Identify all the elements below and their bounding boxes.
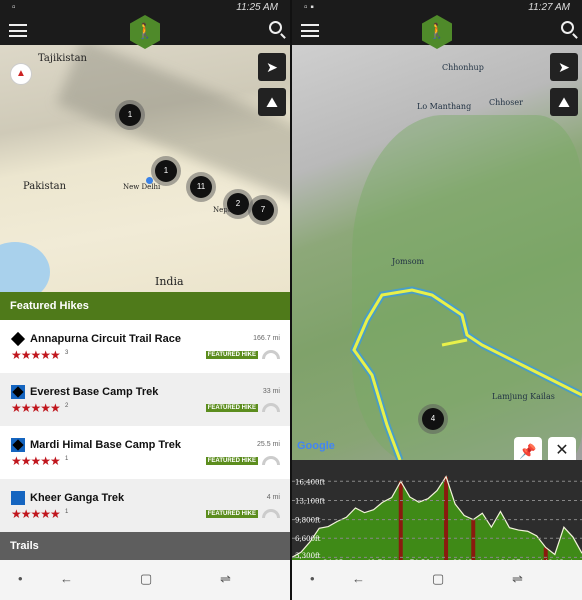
pushpin-icon: 📌 (519, 443, 537, 459)
hike-distance: 4 mi (266, 494, 280, 501)
app-bar: 🚶 (292, 15, 582, 49)
y-tick-label: 3,300ft (295, 552, 321, 560)
cluster-marker[interactable]: 4 (422, 408, 444, 430)
featured-badge: FEATURED HIKE (205, 351, 258, 359)
navigation-arrow-icon: ➤ (266, 59, 278, 75)
terrain-button[interactable]: ⛰ (258, 88, 286, 116)
left-screen: ▫ 11:25 AM 🚶 ▲ Tajikistan Pakistan New De… (0, 0, 290, 600)
review-count: 3 (65, 350, 69, 356)
back-icon[interactable]: ← (60, 571, 73, 586)
status-time: 11:27 AM (528, 2, 570, 13)
review-count: 2 (65, 403, 69, 409)
back-icon[interactable]: ← (352, 571, 365, 586)
hike-distance: 166.7 mi (253, 335, 280, 342)
hike-list-item[interactable]: Mardi Himal Base Camp Trek ★★★★★ 1 25.5 mi F… (0, 426, 290, 479)
recents-icon[interactable]: ⇌ (512, 571, 523, 587)
terrain-icon: ⛰ (266, 94, 278, 110)
hike-list-item[interactable]: Kheer Ganga Trek ★★★★★ 1 4 mi FEATURED HIKE (0, 479, 290, 532)
y-tick-label: 16,400ft (295, 478, 325, 486)
navigation-arrow-icon: ➤ (558, 59, 570, 75)
hike-list: Annapurna Circuit Trail Race ★★★★★ 3 166.7 … (0, 320, 290, 532)
notification-icon: ▫ ▪ (304, 2, 314, 13)
menu-icon[interactable] (301, 24, 319, 37)
star-rating: ★★★★★ (11, 454, 61, 468)
review-count: 1 (65, 509, 69, 515)
difficulty-gauge-icon (262, 403, 280, 412)
trails-header[interactable]: Trails (0, 532, 290, 560)
map-label: Jomsom (392, 257, 425, 266)
app-logo: 🚶 (130, 15, 160, 49)
cluster-marker[interactable]: 11 (190, 176, 212, 198)
y-tick-label: 6,600ft (295, 535, 321, 543)
featured-hikes-header: Featured Hikes (0, 292, 290, 320)
hike-list-item[interactable]: Annapurna Circuit Trail Race ★★★★★ 3 166.7 … (0, 320, 290, 373)
system-nav-bar: • ← ▢ ⇌ (0, 560, 290, 600)
cluster-marker[interactable]: 2 (227, 193, 249, 215)
black-diamond-icon (10, 331, 26, 347)
cluster-marker[interactable]: 7 (252, 199, 274, 221)
cluster-marker[interactable]: 1 (119, 104, 141, 126)
difficulty-icon (11, 438, 25, 452)
trail-map[interactable]: Chhonhup Lo Manthang Chhoser Jomsom Lamj… (292, 45, 582, 465)
map-label: Chhoser (489, 98, 523, 107)
map-label: Chhonhup (442, 63, 484, 72)
status-time: 11:25 AM (236, 2, 278, 13)
hike-name: Mardi Himal Base Camp Trek (30, 439, 182, 451)
home-icon[interactable]: ▢ (432, 571, 444, 587)
terrain-icon: ⛰ (558, 94, 570, 110)
steep-segment (398, 481, 403, 568)
difficulty-gauge-icon (262, 509, 280, 518)
map-label: New Delhi (123, 183, 161, 191)
hike-list-item[interactable]: Everest Base Camp Trek ★★★★★ 2 33 mi FEATURE… (0, 373, 290, 426)
featured-badge: FEATURED HIKE (205, 404, 258, 412)
app-bar: 🚶 (0, 15, 290, 49)
map-label: Lamjung Kailas (492, 392, 555, 401)
hike-name: Annapurna Circuit Trail Race (30, 333, 181, 345)
status-bar: ▫ 11:25 AM (0, 0, 290, 15)
blue-square-icon (11, 491, 25, 505)
cluster-marker[interactable]: 1 (155, 160, 177, 182)
star-rating: ★★★★★ (11, 507, 61, 521)
menu-icon[interactable] (9, 24, 27, 37)
difficulty-icon (11, 385, 25, 399)
difficulty-gauge-icon (262, 350, 280, 359)
y-tick-label: 9,800ft (295, 517, 321, 525)
status-bar: ▫ ▪ 11:27 AM (292, 0, 582, 15)
y-tick-label: 13,100ft (295, 497, 325, 505)
map-label: Pakistan (23, 181, 67, 192)
featured-badge: FEATURED HIKE (205, 510, 258, 518)
elevation-profile[interactable]: 16,400ft13,100ft9,800ft6,600ft3,300ft24.… (292, 460, 582, 568)
search-icon[interactable] (561, 21, 574, 34)
locate-button[interactable]: ➤ (258, 53, 286, 81)
hike-distance: 25.5 mi (257, 441, 280, 448)
difficulty-gauge-icon (262, 456, 280, 465)
map-label: Tajikistan (38, 53, 87, 64)
map-label: Lo Manthang (417, 102, 472, 111)
hike-name: Everest Base Camp Trek (30, 386, 159, 398)
hike-distance: 33 mi (262, 388, 280, 395)
dot-icon[interactable]: • (310, 571, 315, 586)
hike-name: Kheer Ganga Trek (30, 492, 125, 504)
compass-icon[interactable]: ▲ (10, 63, 32, 85)
star-rating: ★★★★★ (11, 401, 61, 415)
terrain-button[interactable]: ⛰ (550, 88, 578, 116)
location-dot (146, 177, 153, 184)
home-icon[interactable]: ▢ (140, 571, 152, 587)
featured-badge: FEATURED HIKE (205, 457, 258, 465)
map-view[interactable]: ▲ Tajikistan Pakistan New Delhi Nepal In… (0, 38, 290, 302)
close-icon: ✕ (555, 442, 569, 459)
app-logo: 🚶 (422, 15, 452, 49)
locate-button[interactable]: ➤ (550, 53, 578, 81)
google-logo: Google (297, 440, 335, 452)
recents-icon[interactable]: ⇌ (220, 571, 231, 587)
notification-icon: ▫ (12, 2, 16, 13)
map-label: India (155, 275, 184, 288)
search-icon[interactable] (269, 21, 282, 34)
system-nav-bar: • ← ▢ ⇌ (292, 560, 582, 600)
right-screen: ▫ ▪ 11:27 AM 🚶 Chhonhup Lo Manthang Chhos… (292, 0, 582, 600)
star-rating: ★★★★★ (11, 348, 61, 362)
dot-icon[interactable]: • (18, 571, 23, 586)
review-count: 1 (65, 456, 69, 462)
steep-segment (444, 476, 449, 568)
